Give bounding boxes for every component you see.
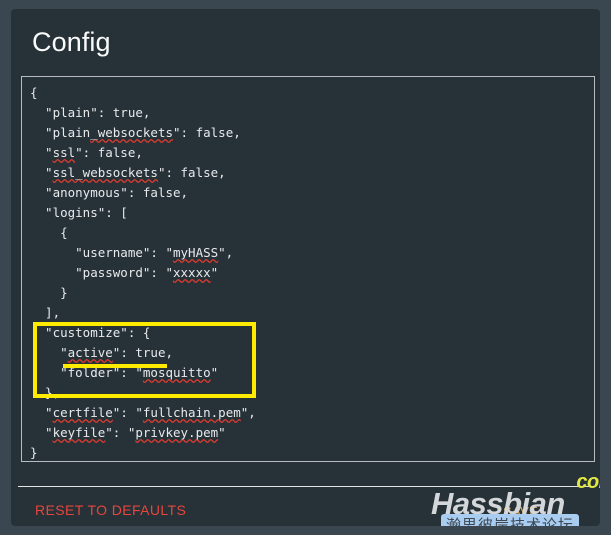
- config-code-editor[interactable]: { "plain": true, "plain_websockets": fal…: [21, 76, 595, 462]
- watermark-tld: com: [576, 471, 600, 493]
- footer-divider: [18, 486, 593, 487]
- watermark-name: Hassbian: [431, 486, 565, 521]
- page-title: Config: [32, 27, 111, 57]
- reset-to-defaults-button[interactable]: RESET TO DEFAULTS: [35, 501, 186, 519]
- config-code-content[interactable]: { "plain": true, "plain_websockets": fal…: [30, 83, 256, 463]
- config-card: Config { "plain": true, "plain_websocket…: [11, 9, 600, 526]
- save-button[interactable]: SAVE: [503, 503, 538, 520]
